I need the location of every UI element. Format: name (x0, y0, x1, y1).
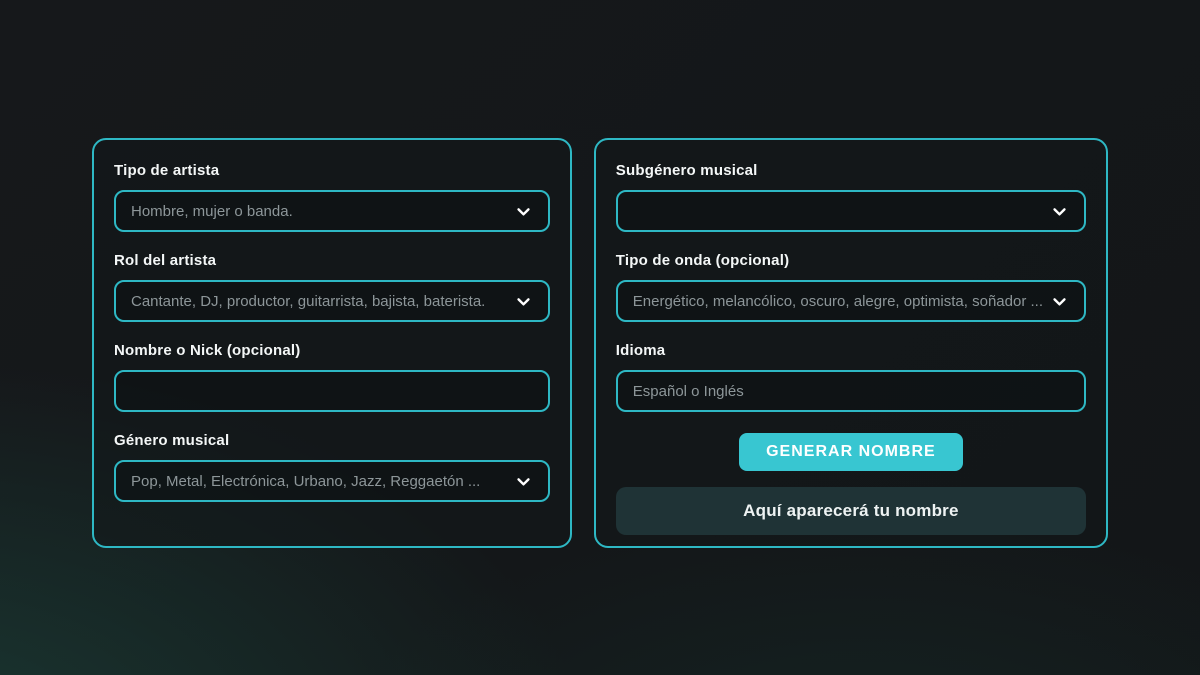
name-nick-input[interactable] (114, 370, 550, 412)
genre-select[interactable]: Pop, Metal, Electrónica, Urbano, Jazz, R… (114, 460, 550, 502)
language-field: Idioma (616, 342, 1086, 412)
artist-type-label: Tipo de artista (114, 162, 550, 179)
subgenre-field: Subgénero musical (616, 162, 1086, 232)
artist-role-field: Rol del artista Cantante, DJ, productor,… (114, 252, 550, 322)
genre-placeholder: Pop, Metal, Electrónica, Urbano, Jazz, R… (131, 473, 507, 490)
genre-label: Género musical (114, 432, 550, 449)
vibe-field: Tipo de onda (opcional) Energético, mela… (616, 252, 1086, 322)
chevron-down-icon (515, 293, 532, 310)
artist-role-label: Rol del artista (114, 252, 550, 269)
artist-role-placeholder: Cantante, DJ, productor, guitarrista, ba… (131, 293, 507, 310)
language-input[interactable] (616, 370, 1086, 412)
generate-name-button[interactable]: GENERAR NOMBRE (739, 433, 963, 471)
vibe-label: Tipo de onda (opcional) (616, 252, 1086, 269)
vibe-placeholder: Energético, melancólico, oscuro, alegre,… (633, 293, 1043, 310)
vibe-select[interactable]: Energético, melancólico, oscuro, alegre,… (616, 280, 1086, 322)
chevron-down-icon (515, 473, 532, 490)
genre-field: Género musical Pop, Metal, Electrónica, … (114, 432, 550, 502)
subgenre-label: Subgénero musical (616, 162, 1086, 179)
name-nick-field: Nombre o Nick (opcional) (114, 342, 550, 412)
chevron-down-icon (1051, 203, 1068, 220)
result-display: Aquí aparecerá tu nombre (616, 487, 1086, 535)
artist-type-select[interactable]: Hombre, mujer o banda. (114, 190, 550, 232)
artist-type-field: Tipo de artista Hombre, mujer o banda. (114, 162, 550, 232)
subgenre-select[interactable] (616, 190, 1086, 232)
name-generator-form: Tipo de artista Hombre, mujer o banda. R… (92, 138, 1108, 548)
artist-type-placeholder: Hombre, mujer o banda. (131, 203, 507, 220)
right-panel: Subgénero musical Tipo de onda (opcional… (594, 138, 1108, 548)
name-nick-label: Nombre o Nick (opcional) (114, 342, 550, 359)
artist-role-select[interactable]: Cantante, DJ, productor, guitarrista, ba… (114, 280, 550, 322)
chevron-down-icon (1051, 293, 1068, 310)
chevron-down-icon (515, 203, 532, 220)
language-label: Idioma (616, 342, 1086, 359)
left-panel: Tipo de artista Hombre, mujer o banda. R… (92, 138, 572, 548)
